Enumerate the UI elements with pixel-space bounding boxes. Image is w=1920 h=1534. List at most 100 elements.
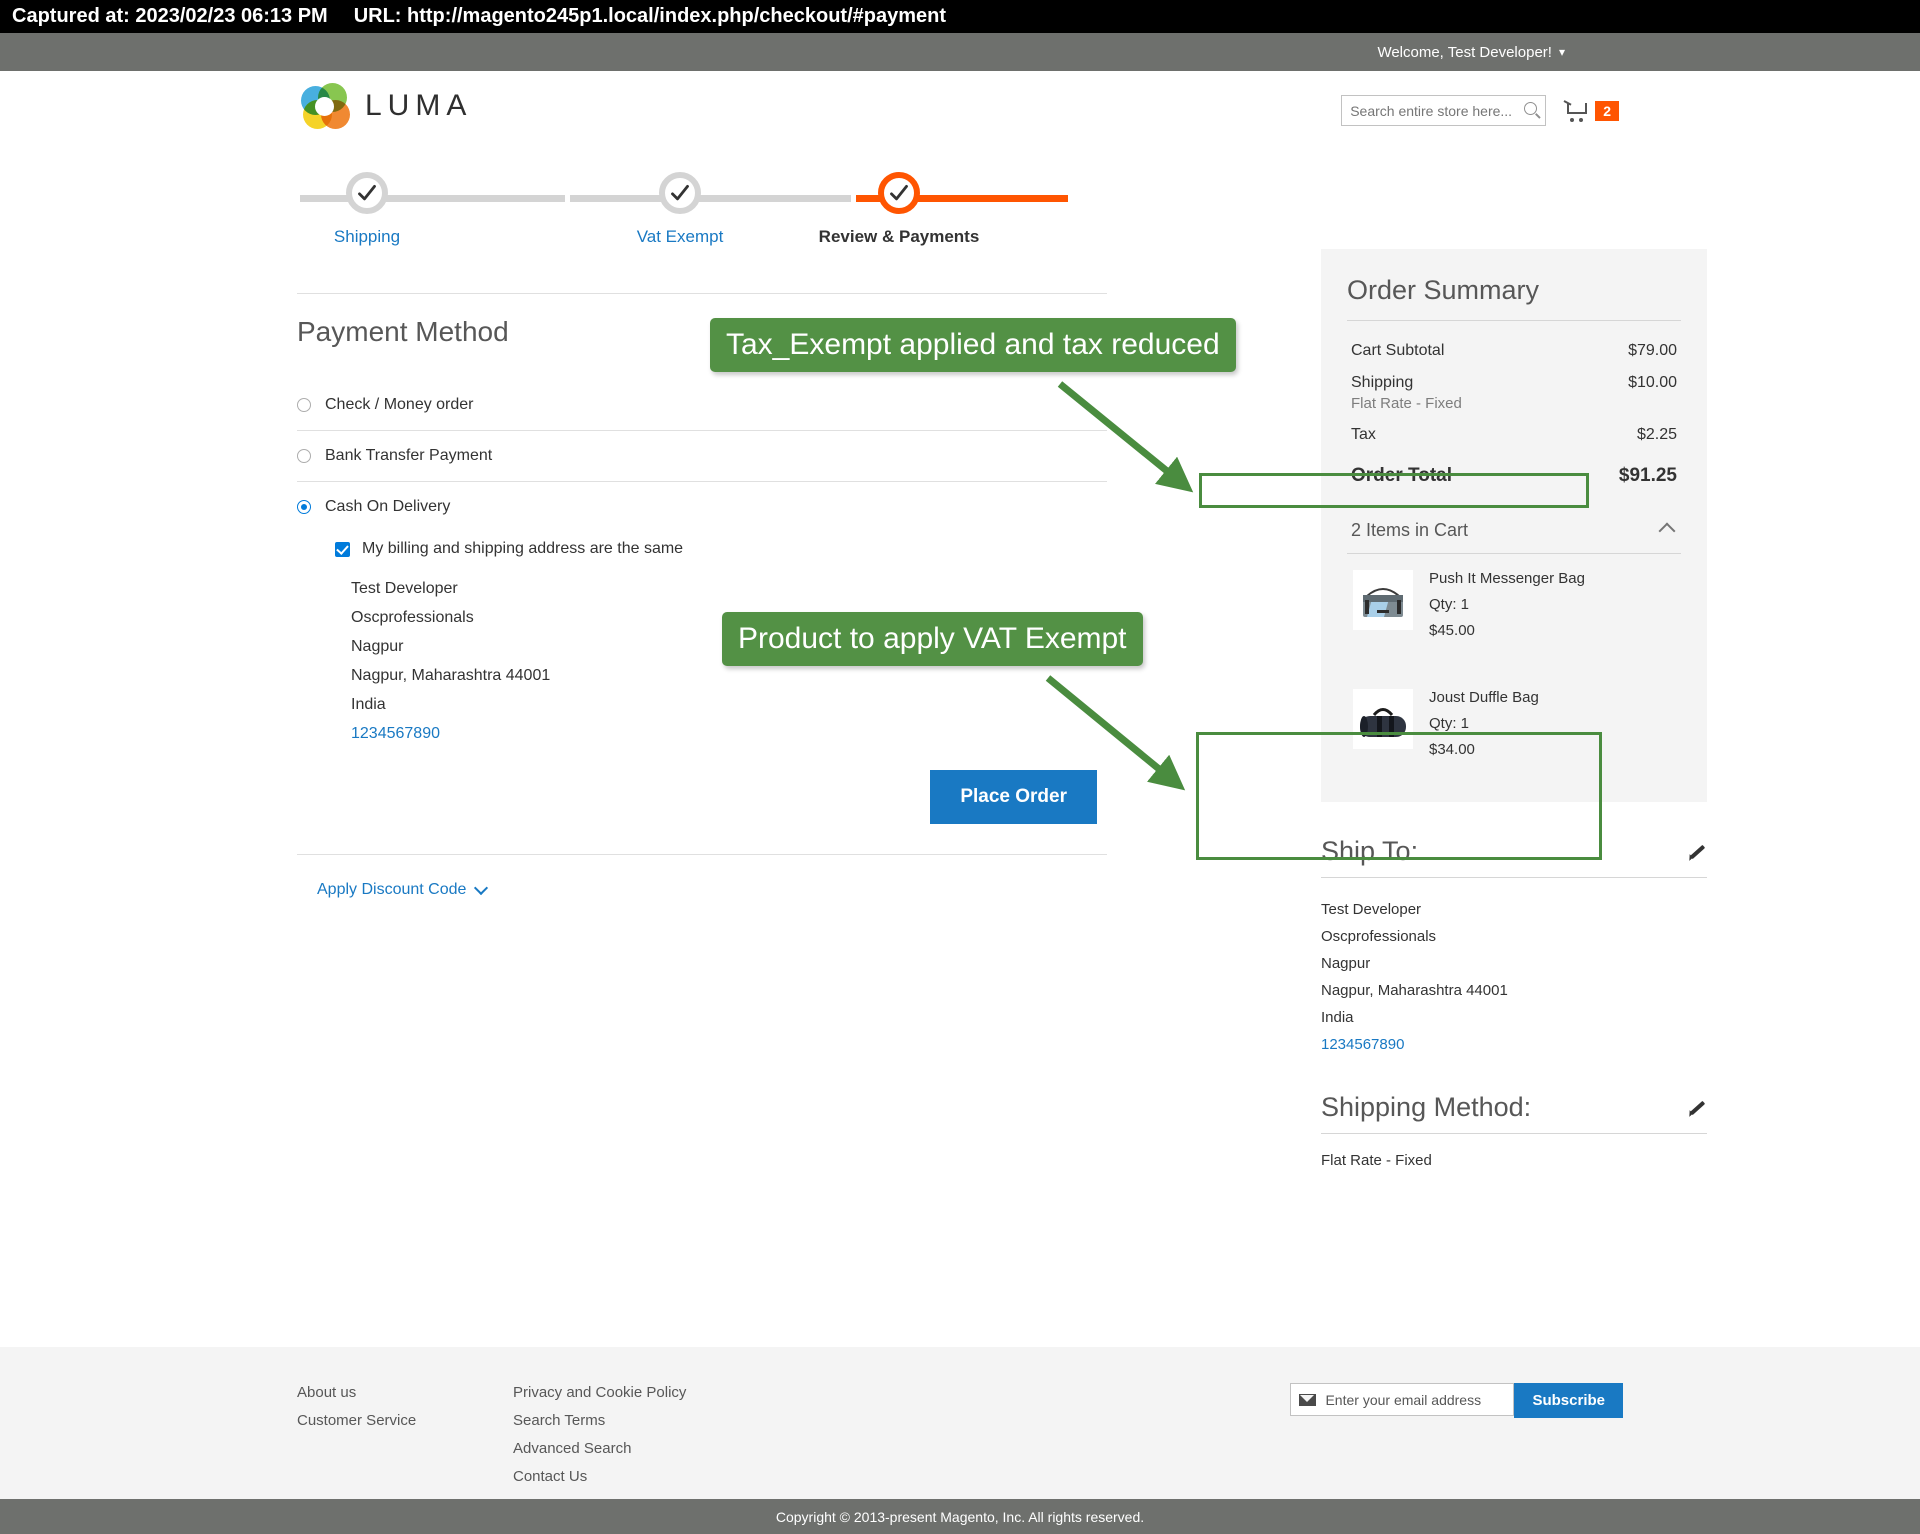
total-label: Shipping (1351, 374, 1414, 391)
newsletter-signup: Subscribe (1290, 1383, 1623, 1418)
footer-inner: About us Customer Service Privacy and Co… (295, 1347, 1625, 1485)
subscribe-button[interactable]: Subscribe (1514, 1383, 1623, 1418)
footer-link-about-us[interactable]: About us (297, 1379, 416, 1407)
copyright-bar: Copyright © 2013-present Magento, Inc. A… (0, 1499, 1920, 1534)
progress-label-review-payments[interactable]: Review & Payments (789, 227, 1009, 247)
discount-section: Apply Discount Code (297, 854, 1107, 899)
ship-to-phone-link[interactable]: 1234567890 (1321, 1031, 1707, 1058)
items-in-cart-label: 2 Items in Cart (1351, 520, 1469, 540)
cart-item-name: Push It Messenger Bag (1429, 570, 1585, 587)
progress-step-review-payments[interactable]: Review & Payments (789, 172, 1009, 247)
edit-pencil-icon[interactable] (1687, 841, 1707, 861)
chevron-down-icon[interactable] (474, 880, 489, 896)
checkout-progress: Shipping Vat Exempt Review & Payments (295, 159, 1625, 249)
minicart[interactable]: 2 (1563, 99, 1619, 122)
cart-item-qty: Qty: 1 (1429, 596, 1470, 613)
payment-option-cash-on-delivery[interactable]: Cash On Delivery (297, 482, 1107, 532)
chevron-up-icon[interactable] (1658, 522, 1676, 539)
order-summary-box: Order Summary Cart Subtotal $79.00 Shipp… (1321, 249, 1707, 802)
payment-method-list: Check / Money order Bank Transfer Paymen… (297, 380, 1107, 532)
footer-links-column-2: Privacy and Cookie Policy Search Terms A… (513, 1379, 686, 1491)
capture-bar: Captured at: 2023/02/23 06:13 PM URL: ht… (0, 0, 1920, 33)
copyright-text: Copyright © 2013-present Magento, Inc. A… (775, 1508, 1145, 1525)
capture-timestamp: Captured at: 2023/02/23 06:13 PM (12, 5, 328, 27)
luma-logo[interactable]: LUMA (301, 83, 472, 129)
cart-item: Push It Messenger Bag Qty: 1 $45.00 (1347, 554, 1681, 655)
messenger-bag-image (1353, 570, 1413, 630)
shipping-method-note: Flat Rate - Fixed (1351, 395, 1462, 412)
account-strip: Welcome, Test Developer! ▾ (0, 33, 1920, 71)
progress-step-shipping[interactable]: Shipping (287, 172, 447, 247)
payment-option-check-money-order[interactable]: Check / Money order (297, 380, 1107, 431)
check-icon (671, 184, 689, 201)
newsletter-email-input[interactable] (1325, 1391, 1494, 1408)
search-box[interactable] (1341, 95, 1547, 126)
total-row-cart-subtotal: Cart Subtotal $79.00 (1347, 335, 1681, 367)
edit-pencil-icon[interactable] (1687, 1097, 1707, 1117)
billing-same-as-shipping[interactable]: My billing and shipping address are the … (335, 540, 1107, 558)
footer-link-privacy-policy[interactable]: Privacy and Cookie Policy (513, 1379, 686, 1407)
duffle-bag-thumb (1353, 689, 1413, 749)
cart-item-price: $34.00 (1429, 741, 1475, 758)
footer-link-customer-service[interactable]: Customer Service (297, 1407, 416, 1435)
shipping-method-value: Flat Rate - Fixed (1321, 1152, 1432, 1169)
items-in-cart-toggle[interactable]: 2 Items in Cart (1347, 520, 1681, 554)
ship-to-header: Ship To: (1321, 836, 1707, 878)
footer-link-search-terms[interactable]: Search Terms (513, 1407, 686, 1435)
messenger-bag-thumb (1353, 570, 1413, 630)
billing-phone-link[interactable]: 1234567890 (351, 719, 1107, 748)
total-value: $2.25 (1636, 426, 1677, 443)
annotation-tax-exempt: Tax_Exempt applied and tax reduced (710, 318, 1236, 372)
page-body: LUMA 2 (0, 71, 1920, 1347)
order-total-value: $91.25 (1618, 465, 1677, 486)
payment-column: Payment Method Check / Money order Bank … (297, 293, 1107, 899)
footer-link-contact-us[interactable]: Contact Us (513, 1463, 686, 1491)
site-footer: About us Customer Service Privacy and Co… (0, 1347, 1920, 1499)
cart-item-qty: Qty: 1 (1429, 715, 1470, 732)
radio-check-money-order[interactable] (297, 398, 311, 412)
cart-item: Joust Duffle Bag Qty: 1 $34.00 (1347, 673, 1681, 774)
billing-same-label: My billing and shipping address are the … (362, 540, 684, 557)
chevron-down-icon[interactable]: ▾ (1559, 45, 1565, 59)
cart-count-badge: 2 (1595, 100, 1619, 121)
newsletter-field[interactable] (1290, 1383, 1515, 1416)
payment-option-label: Check / Money order (325, 396, 474, 413)
cart-icon[interactable] (1563, 99, 1591, 122)
check-icon (890, 184, 908, 201)
payment-option-bank-transfer[interactable]: Bank Transfer Payment (297, 431, 1107, 482)
shipping-method-section: Shipping Method: Flat Rate - Fixed (1321, 1092, 1707, 1169)
footer-link-advanced-search[interactable]: Advanced Search (513, 1435, 686, 1463)
radio-cash-on-delivery[interactable] (297, 500, 311, 514)
progress-step-vat-exempt[interactable]: Vat Exempt (600, 172, 760, 247)
ship-to-address-line: Oscprofessionals (1321, 928, 1437, 945)
total-value: $79.00 (1628, 342, 1677, 359)
place-order-button[interactable]: Place Order (930, 770, 1097, 824)
payment-option-label: Bank Transfer Payment (325, 447, 493, 464)
order-totals: Cart Subtotal $79.00 Shipping Flat Rate … (1347, 320, 1681, 494)
checkbox-billing-same[interactable] (335, 541, 350, 557)
capture-url: URL: http://magento245p1.local/index.php… (353, 5, 947, 27)
apply-discount-code-toggle[interactable]: Apply Discount Code (317, 880, 489, 899)
ship-to-address-line: Nagpur (1321, 955, 1371, 972)
ship-to-address-lines: Test Developer Oscprofessionals Nagpur N… (1321, 896, 1707, 1058)
total-value: $10.00 (1628, 374, 1677, 391)
welcome-message[interactable]: Welcome, Test Developer! (1377, 44, 1552, 61)
progress-label-shipping[interactable]: Shipping (287, 227, 447, 247)
search-input[interactable] (1350, 102, 1519, 119)
shipping-method-title: Shipping Method: (1321, 1092, 1532, 1122)
search-icon[interactable] (1524, 102, 1538, 115)
payment-option-label: Cash On Delivery (325, 498, 451, 515)
progress-label-vat-exempt[interactable]: Vat Exempt (600, 227, 760, 247)
progress-dot-review-payments (878, 172, 920, 214)
billing-address-line: Test Developer (351, 580, 458, 597)
site-header: LUMA 2 (295, 71, 1625, 143)
radio-bank-transfer[interactable] (297, 449, 311, 463)
progress-dot-vat-exempt (659, 172, 701, 214)
order-summary-column: Order Summary Cart Subtotal $79.00 Shipp… (1321, 249, 1707, 1169)
ship-to-address-line: Test Developer (1321, 901, 1422, 918)
cart-item-name: Joust Duffle Bag (1429, 689, 1539, 706)
order-total-label: Order Total (1351, 465, 1452, 486)
screenshot-root: Captured at: 2023/02/23 06:13 PM URL: ht… (0, 0, 1920, 1534)
ship-to-section: Ship To: Test Developer Oscprofessionals… (1321, 836, 1707, 1058)
ship-to-title: Ship To: (1321, 836, 1419, 866)
